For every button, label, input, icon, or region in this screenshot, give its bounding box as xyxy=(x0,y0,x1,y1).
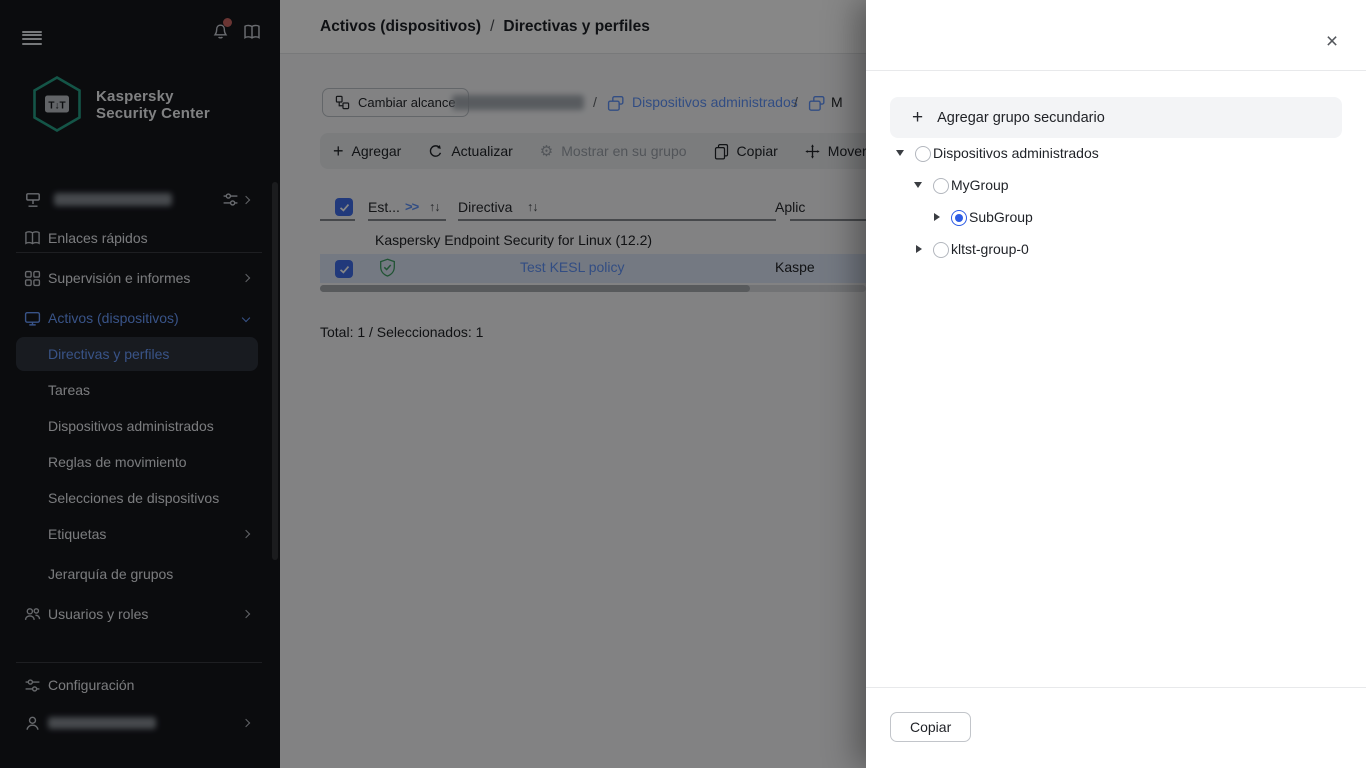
tree-item-subgroup[interactable]: SubGroup xyxy=(866,202,1366,234)
tree-radio-dispositivos-administrados[interactable] xyxy=(915,146,931,162)
tree-radio-mygroup[interactable] xyxy=(933,178,949,194)
close-panel-button[interactable]: × xyxy=(1318,28,1346,56)
tree-radio-kltst-group-0[interactable] xyxy=(933,242,949,258)
panel-footer-divider xyxy=(866,687,1366,688)
modal-dim-overlay[interactable] xyxy=(0,0,866,768)
add-subgroup-button[interactable]: + Agregar grupo secundario xyxy=(890,97,1342,138)
group-selection-panel: × + Agregar grupo secundario Dispositivo… xyxy=(866,0,1366,768)
tree-collapsed-arrow-icon[interactable] xyxy=(916,245,922,253)
tree-item-kltst-group-0[interactable]: kltst-group-0 xyxy=(866,234,1366,266)
tree-expanded-arrow-icon[interactable] xyxy=(914,182,922,188)
tree-expanded-arrow-icon[interactable] xyxy=(896,150,904,156)
tree-item-mygroup[interactable]: MyGroup xyxy=(866,170,1366,202)
tree-radio-subgroup[interactable] xyxy=(951,210,967,226)
plus-icon: + xyxy=(912,107,924,128)
panel-divider xyxy=(866,70,1366,71)
tree-collapsed-arrow-icon[interactable] xyxy=(934,213,940,221)
tree-item-dispositivos-administrados[interactable]: Dispositivos administrados xyxy=(866,138,1366,170)
copy-confirm-button[interactable]: Copiar xyxy=(890,712,972,742)
close-icon: × xyxy=(1325,30,1339,53)
